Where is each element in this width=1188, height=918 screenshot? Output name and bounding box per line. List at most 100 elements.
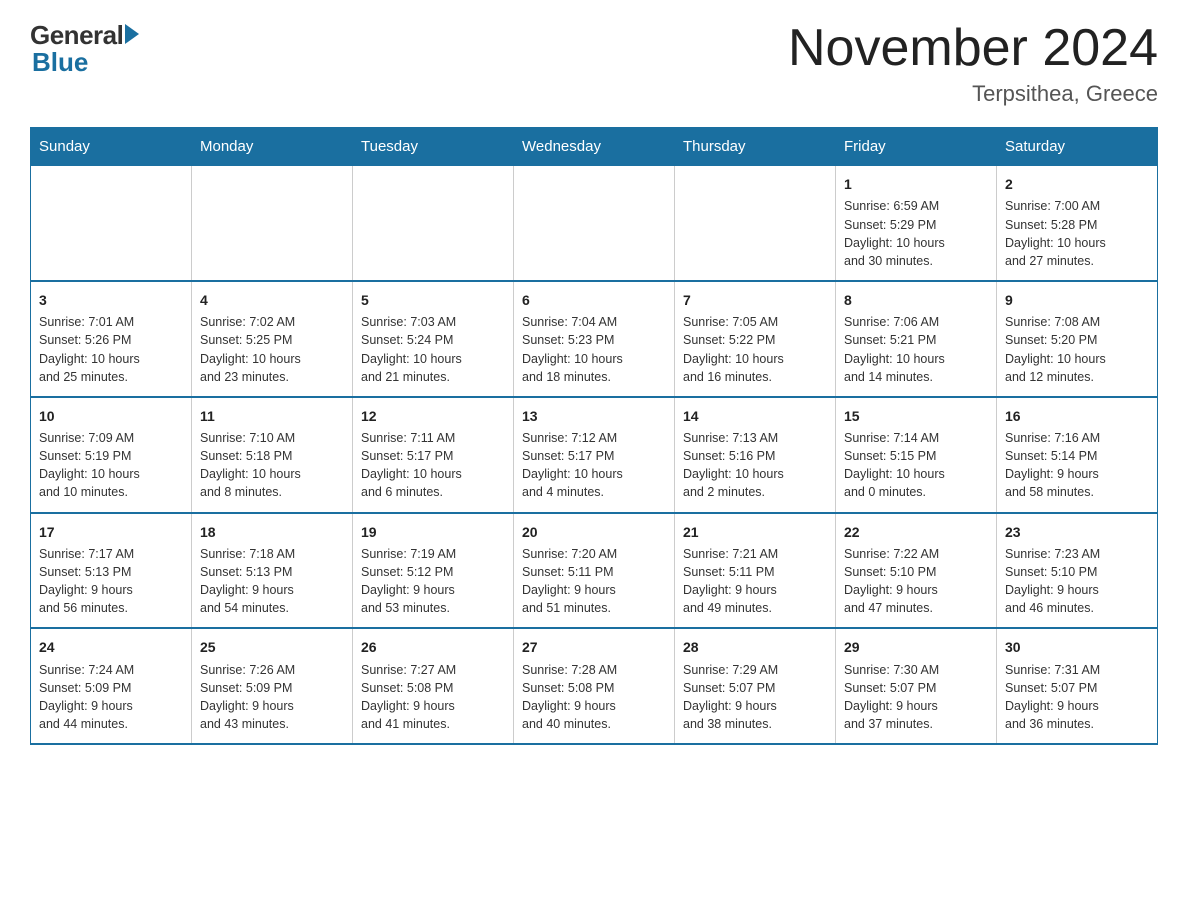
day-info: Sunrise: 7:30 AM Sunset: 5:07 PM Dayligh… <box>844 661 988 734</box>
weekday-header-wednesday: Wednesday <box>514 128 675 166</box>
calendar-week-row: 3 Sunrise: 7:01 AM Sunset: 5:26 PM Daylig… <box>31 281 1158 397</box>
day-number: 27 <box>522 637 666 657</box>
weekday-header-friday: Friday <box>836 128 997 166</box>
calendar-cell: 22 Sunrise: 7:22 AM Sunset: 5:10 PM Dayli… <box>836 513 997 629</box>
day-info: Sunrise: 6:59 AM Sunset: 5:29 PM Dayligh… <box>844 197 988 270</box>
calendar-cell: 23 Sunrise: 7:23 AM Sunset: 5:10 PM Dayli… <box>997 513 1158 629</box>
day-info: Sunrise: 7:26 AM Sunset: 5:09 PM Dayligh… <box>200 661 344 734</box>
day-number: 8 <box>844 290 988 310</box>
day-info: Sunrise: 7:01 AM Sunset: 5:26 PM Dayligh… <box>39 313 183 386</box>
calendar-cell: 30 Sunrise: 7:31 AM Sunset: 5:07 PM Dayli… <box>997 628 1158 744</box>
calendar-cell: 13 Sunrise: 7:12 AM Sunset: 5:17 PM Dayli… <box>514 397 675 513</box>
logo: General Blue <box>30 20 139 78</box>
calendar-cell: 28Sunrise: 7:29 AM Sunset: 5:07 PM Dayli… <box>675 628 836 744</box>
day-info: Sunrise: 7:16 AM Sunset: 5:14 PM Dayligh… <box>1005 429 1149 502</box>
day-number: 3 <box>39 290 183 310</box>
day-number: 9 <box>1005 290 1149 310</box>
calendar-cell: 19Sunrise: 7:19 AM Sunset: 5:12 PM Dayli… <box>353 513 514 629</box>
location-subtitle: Terpsithea, Greece <box>788 81 1158 107</box>
logo-blue-text: Blue <box>32 47 88 78</box>
day-number: 2 <box>1005 174 1149 194</box>
day-number: 28 <box>683 637 827 657</box>
logo-arrow-icon <box>125 24 139 44</box>
calendar-cell: 6 Sunrise: 7:04 AM Sunset: 5:23 PM Daylig… <box>514 281 675 397</box>
calendar-cell: 11 Sunrise: 7:10 AM Sunset: 5:18 PM Dayli… <box>192 397 353 513</box>
title-block: November 2024 Terpsithea, Greece <box>788 20 1158 107</box>
calendar-cell: 3 Sunrise: 7:01 AM Sunset: 5:26 PM Daylig… <box>31 281 192 397</box>
day-number: 30 <box>1005 637 1149 657</box>
weekday-header-tuesday: Tuesday <box>353 128 514 166</box>
calendar-cell: 12 Sunrise: 7:11 AM Sunset: 5:17 PM Dayli… <box>353 397 514 513</box>
calendar-week-row: 17Sunrise: 7:17 AM Sunset: 5:13 PM Dayli… <box>31 513 1158 629</box>
day-number: 16 <box>1005 406 1149 426</box>
calendar-cell: 17Sunrise: 7:17 AM Sunset: 5:13 PM Dayli… <box>31 513 192 629</box>
day-info: Sunrise: 7:04 AM Sunset: 5:23 PM Dayligh… <box>522 313 666 386</box>
calendar-cell: 27Sunrise: 7:28 AM Sunset: 5:08 PM Dayli… <box>514 628 675 744</box>
day-number: 10 <box>39 406 183 426</box>
day-info: Sunrise: 7:05 AM Sunset: 5:22 PM Dayligh… <box>683 313 827 386</box>
calendar-cell: 10 Sunrise: 7:09 AM Sunset: 5:19 PM Dayli… <box>31 397 192 513</box>
day-number: 23 <box>1005 522 1149 542</box>
day-info: Sunrise: 7:31 AM Sunset: 5:07 PM Dayligh… <box>1005 661 1149 734</box>
day-info: Sunrise: 7:08 AM Sunset: 5:20 PM Dayligh… <box>1005 313 1149 386</box>
calendar-table: SundayMondayTuesdayWednesdayThursdayFrid… <box>30 127 1158 745</box>
weekday-header-sunday: Sunday <box>31 128 192 166</box>
calendar-cell: 2 Sunrise: 7:00 AM Sunset: 5:28 PM Daylig… <box>997 166 1158 281</box>
day-number: 7 <box>683 290 827 310</box>
weekday-header-thursday: Thursday <box>675 128 836 166</box>
calendar-cell: 18 Sunrise: 7:18 AM Sunset: 5:13 PM Dayli… <box>192 513 353 629</box>
day-number: 17 <box>39 522 183 542</box>
calendar-cell <box>514 166 675 281</box>
day-info: Sunrise: 7:10 AM Sunset: 5:18 PM Dayligh… <box>200 429 344 502</box>
calendar-cell: 8 Sunrise: 7:06 AM Sunset: 5:21 PM Daylig… <box>836 281 997 397</box>
day-number: 6 <box>522 290 666 310</box>
day-number: 25 <box>200 637 344 657</box>
day-info: Sunrise: 7:12 AM Sunset: 5:17 PM Dayligh… <box>522 429 666 502</box>
day-number: 12 <box>361 406 505 426</box>
day-number: 11 <box>200 406 344 426</box>
day-info: Sunrise: 7:27 AM Sunset: 5:08 PM Dayligh… <box>361 661 505 734</box>
calendar-cell: 21Sunrise: 7:21 AM Sunset: 5:11 PM Dayli… <box>675 513 836 629</box>
day-info: Sunrise: 7:14 AM Sunset: 5:15 PM Dayligh… <box>844 429 988 502</box>
calendar-cell <box>353 166 514 281</box>
calendar-cell: 7 Sunrise: 7:05 AM Sunset: 5:22 PM Daylig… <box>675 281 836 397</box>
day-info: Sunrise: 7:24 AM Sunset: 5:09 PM Dayligh… <box>39 661 183 734</box>
calendar-week-row: 1 Sunrise: 6:59 AM Sunset: 5:29 PM Daylig… <box>31 166 1158 281</box>
calendar-cell: 25 Sunrise: 7:26 AM Sunset: 5:09 PM Dayli… <box>192 628 353 744</box>
day-info: Sunrise: 7:22 AM Sunset: 5:10 PM Dayligh… <box>844 545 988 618</box>
calendar-cell: 4Sunrise: 7:02 AM Sunset: 5:25 PM Daylig… <box>192 281 353 397</box>
calendar-cell: 26Sunrise: 7:27 AM Sunset: 5:08 PM Dayli… <box>353 628 514 744</box>
calendar-cell <box>192 166 353 281</box>
calendar-cell: 14Sunrise: 7:13 AM Sunset: 5:16 PM Dayli… <box>675 397 836 513</box>
calendar-cell: 1 Sunrise: 6:59 AM Sunset: 5:29 PM Daylig… <box>836 166 997 281</box>
calendar-cell <box>675 166 836 281</box>
day-number: 22 <box>844 522 988 542</box>
calendar-cell: 24Sunrise: 7:24 AM Sunset: 5:09 PM Dayli… <box>31 628 192 744</box>
day-number: 20 <box>522 522 666 542</box>
day-number: 13 <box>522 406 666 426</box>
day-number: 19 <box>361 522 505 542</box>
day-info: Sunrise: 7:03 AM Sunset: 5:24 PM Dayligh… <box>361 313 505 386</box>
day-number: 1 <box>844 174 988 194</box>
day-info: Sunrise: 7:09 AM Sunset: 5:19 PM Dayligh… <box>39 429 183 502</box>
day-number: 4 <box>200 290 344 310</box>
day-info: Sunrise: 7:23 AM Sunset: 5:10 PM Dayligh… <box>1005 545 1149 618</box>
day-number: 21 <box>683 522 827 542</box>
calendar-cell: 16 Sunrise: 7:16 AM Sunset: 5:14 PM Dayli… <box>997 397 1158 513</box>
calendar-week-row: 10 Sunrise: 7:09 AM Sunset: 5:19 PM Dayli… <box>31 397 1158 513</box>
weekday-header-monday: Monday <box>192 128 353 166</box>
main-title: November 2024 <box>788 20 1158 77</box>
day-info: Sunrise: 7:18 AM Sunset: 5:13 PM Dayligh… <box>200 545 344 618</box>
day-info: Sunrise: 7:11 AM Sunset: 5:17 PM Dayligh… <box>361 429 505 502</box>
day-number: 14 <box>683 406 827 426</box>
day-info: Sunrise: 7:06 AM Sunset: 5:21 PM Dayligh… <box>844 313 988 386</box>
day-number: 18 <box>200 522 344 542</box>
calendar-cell: 5Sunrise: 7:03 AM Sunset: 5:24 PM Daylig… <box>353 281 514 397</box>
calendar-cell: 15Sunrise: 7:14 AM Sunset: 5:15 PM Dayli… <box>836 397 997 513</box>
weekday-header-saturday: Saturday <box>997 128 1158 166</box>
calendar-week-row: 24Sunrise: 7:24 AM Sunset: 5:09 PM Dayli… <box>31 628 1158 744</box>
calendar-cell: 9 Sunrise: 7:08 AM Sunset: 5:20 PM Daylig… <box>997 281 1158 397</box>
day-number: 29 <box>844 637 988 657</box>
day-info: Sunrise: 7:00 AM Sunset: 5:28 PM Dayligh… <box>1005 197 1149 270</box>
calendar-cell: 29 Sunrise: 7:30 AM Sunset: 5:07 PM Dayli… <box>836 628 997 744</box>
